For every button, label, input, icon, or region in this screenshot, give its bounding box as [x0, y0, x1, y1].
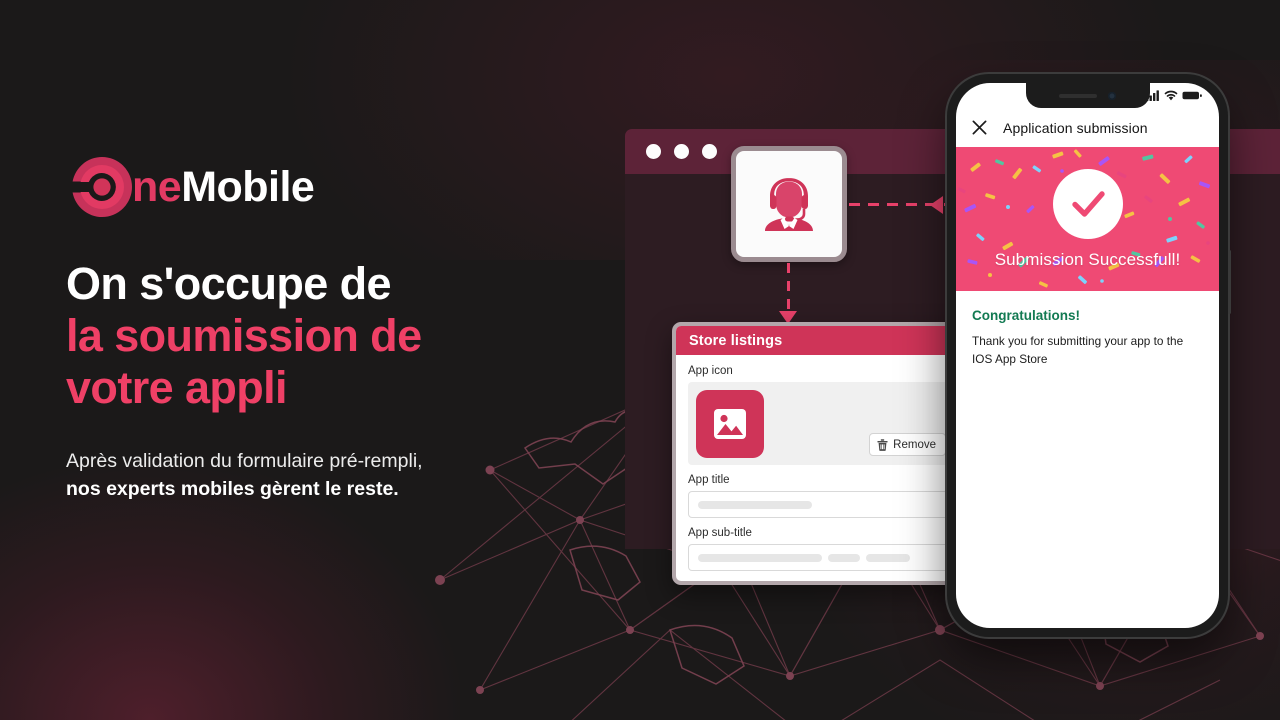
submission-success-banner: Submission Successfull!: [956, 147, 1219, 291]
headline-line-2: la soumission de: [66, 310, 422, 362]
earpiece-speaker: [1059, 93, 1097, 98]
app-icon-dropzone[interactable]: Remove: [688, 382, 955, 465]
app-icon-label: App icon: [688, 365, 733, 377]
skeleton-bar: [828, 553, 860, 562]
success-message: Submission Successfull!: [994, 249, 1181, 269]
subtitle-line-1: Après validation du formulaire pré-rempl…: [66, 449, 423, 472]
congratulations-body: Thank you for submitting your app to the…: [972, 334, 1184, 367]
battery-icon: [1182, 91, 1202, 100]
success-check-circle: [1052, 168, 1123, 239]
headline-line-3: votre appli: [66, 362, 288, 414]
skeleton-bar: [698, 500, 812, 509]
front-camera-icon: [1108, 91, 1116, 100]
app-icon-preview: [696, 390, 764, 458]
skeleton-bar: [866, 553, 910, 562]
headline-line-1: On s'occupe de: [66, 258, 391, 309]
brand-name-accent: ne: [132, 162, 182, 211]
store-listings-title: Store listings: [689, 332, 783, 349]
app-title-input[interactable]: [688, 491, 955, 518]
window-maximize-dot[interactable]: [702, 144, 717, 159]
image-placeholder-icon: [714, 409, 746, 439]
store-listings-body: App icon Remove App title App sub-title: [676, 355, 967, 571]
onemobile-circle-logo-icon: [66, 151, 138, 223]
remove-app-icon-button[interactable]: Remove: [869, 433, 946, 456]
remove-button-label: Remove: [893, 438, 936, 451]
support-agent-card: [731, 146, 847, 262]
check-circle-icon: [1071, 190, 1105, 217]
app-subtitle-input[interactable]: [688, 544, 955, 571]
store-listings-header: Store listings: [676, 326, 967, 355]
window-close-dot[interactable]: [646, 144, 661, 159]
congratulations-heading: Congratulations!: [972, 308, 1080, 323]
hero-subtitle: Après validation du formulaire pré-rempl…: [66, 447, 586, 504]
brand-name-rest: Mobile: [181, 162, 315, 211]
phone-content-area: Congratulations! Thank you for submittin…: [956, 291, 1219, 369]
store-listings-card: Store listings App icon Remove App title…: [672, 322, 971, 585]
trash-icon: [877, 438, 888, 451]
phone-header-title: Application submission: [1003, 119, 1148, 136]
poster-stage: neMobile On s'occupe de la soumission de…: [0, 0, 1280, 720]
subtitle-line-2: nos experts mobiles gèrent le reste.: [66, 477, 399, 500]
connector-arrow-right-icon: [930, 196, 943, 214]
page-title: On s'occupe de la soumission de votre ap…: [66, 258, 586, 415]
wifi-icon: [1164, 90, 1178, 101]
phone-screen: Application submission Submission Succes…: [956, 83, 1219, 628]
app-subtitle-label: App sub-title: [688, 527, 752, 539]
phone-power-button[interactable]: [1228, 250, 1231, 314]
phone-notch: [1025, 83, 1150, 108]
brand-wordmark: neMobile: [132, 162, 315, 211]
window-minimize-dot[interactable]: [674, 144, 689, 159]
hero-left-column: neMobile On s'occupe de la soumission de…: [66, 150, 586, 503]
app-title-label: App title: [688, 474, 730, 486]
support-agent-headset-icon: [765, 178, 813, 231]
phone-mockup: Application submission Submission Succes…: [947, 74, 1231, 637]
brand-logo: neMobile: [66, 150, 586, 224]
skeleton-bar: [698, 553, 822, 562]
phone-app-header: Application submission: [956, 108, 1219, 147]
close-icon[interactable]: [972, 120, 987, 135]
